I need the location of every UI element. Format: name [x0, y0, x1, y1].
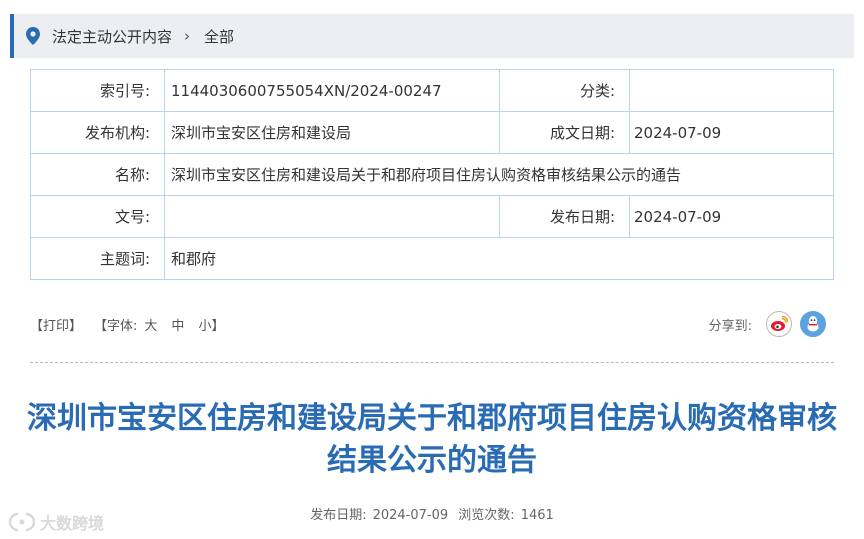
views-count: 1461	[520, 508, 554, 523]
breadcrumb: 法定主动公开内容 › 全部	[10, 14, 854, 58]
publish-date-value: 2024-07-09	[372, 508, 449, 523]
category-value	[629, 69, 834, 112]
font-medium-button[interactable]: 中	[171, 315, 184, 334]
views-label: 浏览次数:	[458, 508, 515, 523]
name-label: 名称:	[30, 153, 165, 196]
created-date-value: 2024-07-09	[629, 111, 834, 154]
chevron-right-icon: ›	[184, 27, 191, 45]
table-row: 主题词: 和郡府	[30, 237, 834, 280]
category-label: 分类:	[499, 69, 630, 112]
subject-value: 和郡府	[164, 237, 834, 280]
weibo-icon[interactable]	[766, 311, 792, 337]
table-row: 名称: 深圳市宝安区住房和建设局关于和郡府项目住房认购资格审核结果公示的通告	[30, 153, 834, 196]
subject-label: 主题词:	[30, 237, 165, 280]
doc-number-label: 文号:	[30, 195, 165, 238]
location-pin-icon	[26, 27, 40, 45]
name-value: 深圳市宝安区住房和建设局关于和郡府项目住房认购资格审核结果公示的通告	[164, 153, 834, 196]
metadata-table: 索引号: 1144030600755054XN/2024-00247 分类: 发…	[30, 69, 834, 280]
doc-number-value	[164, 195, 500, 238]
article-tools: 【打印】 【字体: 大 中 小】 分享到:	[30, 306, 834, 342]
font-small-button[interactable]: 小】	[198, 315, 224, 334]
font-large-button[interactable]: 大	[144, 315, 157, 334]
divider	[30, 362, 834, 363]
published-date-label: 发布日期:	[499, 195, 630, 238]
share-area: 分享到:	[709, 311, 834, 337]
watermark-text: 大数跨境	[40, 514, 105, 533]
table-row: 索引号: 1144030600755054XN/2024-00247 分类:	[30, 69, 834, 112]
issuer-value: 深圳市宝安区住房和建设局	[164, 111, 500, 154]
article-title: 深圳市宝安区住房和建设局关于和郡府项目住房认购资格审核结果公示的通告	[27, 401, 837, 478]
breadcrumb-item-all[interactable]: 全部	[204, 26, 234, 47]
publish-info: 发布日期: 2024-07-09 浏览次数: 1461	[0, 504, 864, 523]
published-date-value: 2024-07-09	[629, 195, 834, 238]
created-date-label: 成文日期:	[499, 111, 630, 154]
breadcrumb-item-public-content[interactable]: 法定主动公开内容	[52, 26, 172, 47]
share-label: 分享到:	[708, 318, 752, 334]
index-value: 1144030600755054XN/2024-00247	[164, 69, 500, 112]
table-row: 发布机构: 深圳市宝安区住房和建设局 成文日期: 2024-07-09	[30, 111, 834, 154]
watermark: 大数跨境	[8, 510, 104, 534]
index-label: 索引号:	[30, 69, 165, 112]
watermark-logo-icon	[8, 512, 36, 532]
font-size-label: 【字体:	[94, 318, 138, 334]
table-row: 文号: 发布日期: 2024-07-09	[30, 195, 834, 238]
publish-date-label: 发布日期:	[310, 508, 367, 523]
qq-icon[interactable]	[800, 311, 826, 337]
print-button[interactable]: 【打印】	[30, 315, 82, 334]
issuer-label: 发布机构:	[30, 111, 165, 154]
